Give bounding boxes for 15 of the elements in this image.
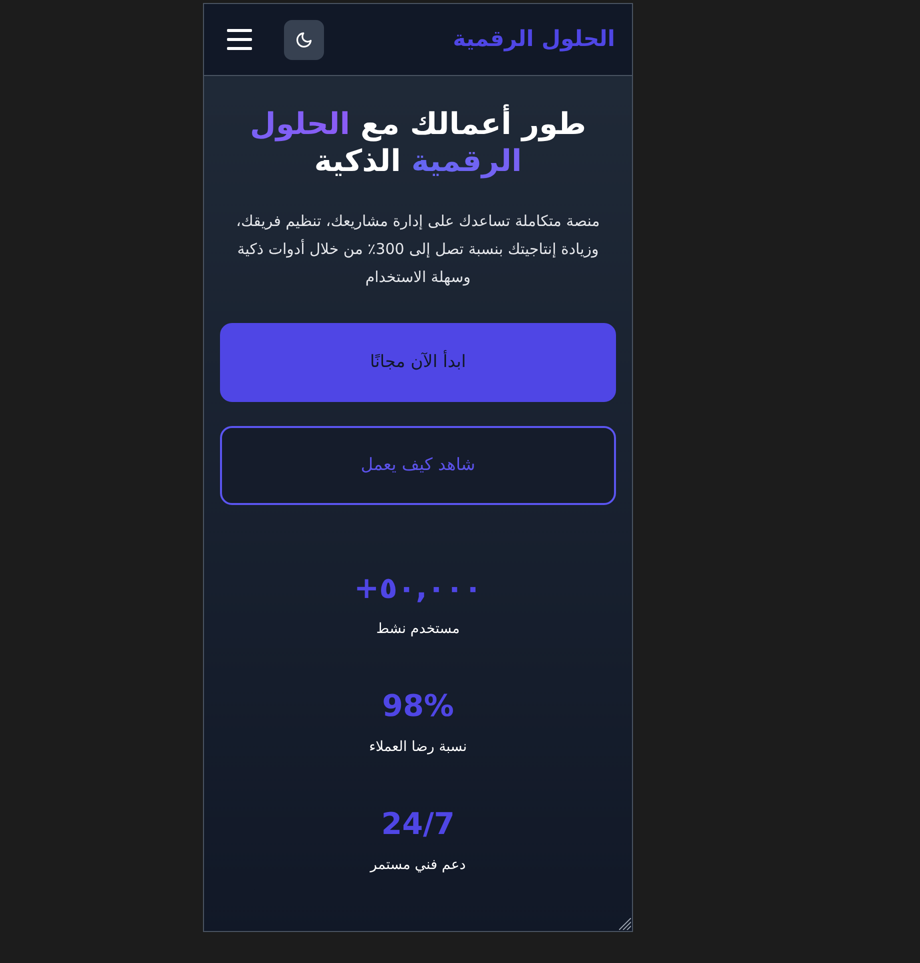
resize-grip-icon[interactable]: [619, 918, 631, 930]
stat-value: +٥٠,٠٠٠: [354, 571, 482, 607]
brand-title: الحلول الرقمية: [452, 26, 615, 54]
stat-value: 98%: [382, 689, 454, 725]
start-free-button[interactable]: ابدأ الآن مجانًا: [220, 323, 616, 402]
stat-label: دعم فني مستمر: [370, 856, 466, 875]
menu-button[interactable]: [227, 29, 252, 50]
stat-value: 24/7: [381, 807, 455, 843]
stat-label: نسبة رضا العملاء: [369, 738, 467, 757]
hero-description: منصة متكاملة تساعدك على إدارة مشاريعك، تنظيم فريقك، وزيادة إنتاجيتك بنسبة تصل إلى 300٪ من خلال أدوات ذكية وسهلة الاستخدام: [235, 211, 601, 288]
menu-icon: [227, 29, 252, 50]
how-it-works-button[interactable]: شاهد كيف يعمل: [220, 426, 616, 505]
stat-label: مستخدم نشط: [376, 620, 460, 639]
theme-toggle-button[interactable]: [284, 20, 324, 60]
moon-icon: [295, 30, 313, 48]
